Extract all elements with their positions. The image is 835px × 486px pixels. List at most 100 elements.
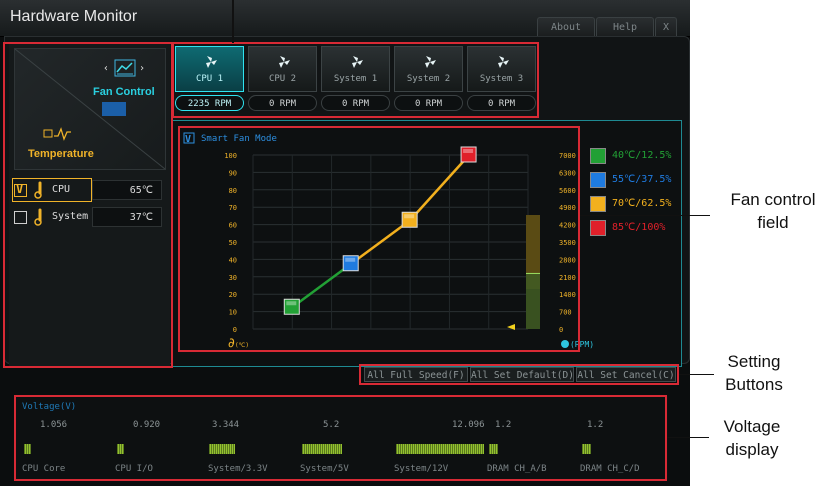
checkmark-icon: V <box>185 134 191 145</box>
fan-control-icon <box>114 59 136 77</box>
fan-curve-segment <box>409 154 470 222</box>
help-button[interactable]: Help <box>596 17 654 37</box>
rpm-tick-label: 2100 <box>559 274 576 282</box>
voltage-bar-cpu-core <box>24 444 31 454</box>
y-tick-label: 60 <box>229 222 237 230</box>
fan-tab-label: CPU 2 <box>268 74 297 84</box>
rpm-tick-label: 3500 <box>559 239 576 247</box>
rpm-tick-label: 5600 <box>559 187 576 195</box>
legend-label: 70℃/62.5% <box>612 198 672 209</box>
fan-tab-label: System 1 <box>333 74 378 84</box>
rpm-tick-label: 700 <box>559 309 572 317</box>
fan-rpm-system-2: 0 RPM <box>394 95 463 111</box>
tab-fan-system-2[interactable]: System 2 <box>394 46 463 92</box>
y-tick-label: 80 <box>229 187 237 195</box>
fan-rpm-system-1: 0 RPM <box>321 95 390 111</box>
voltage-label-system-5v: System/5V <box>300 464 349 474</box>
voltage-bar-dram-cd <box>582 444 591 454</box>
voltage-label-system-3-3v: System/3.3V <box>208 464 268 474</box>
fan-tab-label: System 2 <box>406 74 451 84</box>
cpu-temperature-value: 65℃ <box>92 180 162 200</box>
y-tick-label: 10 <box>229 309 237 317</box>
smart-fan-mode-label: Smart Fan Mode <box>201 134 277 144</box>
voltage-bar-system-5v <box>302 444 342 454</box>
all-set-default-button[interactable]: All Set Default(D) <box>470 367 574 382</box>
voltage-bar-dram-ab <box>489 444 498 454</box>
all-set-cancel-button[interactable]: All Set Cancel(C) <box>576 367 676 382</box>
temp-source-system[interactable]: System 37℃ <box>12 205 166 229</box>
legend-swatch <box>590 220 606 236</box>
voltage-label-dram-cd: DRAM CH_C/D <box>580 464 640 474</box>
setting-buttons-callout: Setting Buttons <box>725 352 783 394</box>
y-tick-label: 90 <box>229 169 237 177</box>
point-highlight <box>463 149 474 153</box>
temperature-label[interactable]: Temperature <box>28 148 94 160</box>
fan-icon <box>206 56 217 68</box>
all-full-speed-button[interactable]: All Full Speed(F) <box>364 367 468 382</box>
y-tick-label: 0 <box>233 326 237 334</box>
tab-fan-cpu-1[interactable]: CPU 1 <box>175 46 244 92</box>
voltage-value-dram-ab: 1.2 <box>495 420 512 430</box>
voltage-label-cpu-io: CPU I/O <box>115 464 153 474</box>
y-tick-label: 20 <box>229 291 237 299</box>
system-source-label: System <box>52 211 89 222</box>
rpm-gauge-level <box>526 273 540 329</box>
temperature-icon <box>43 127 71 141</box>
rpm-unit-label: (RPM) <box>570 340 594 349</box>
close-button[interactable]: X <box>655 17 677 37</box>
fan-icon <box>498 56 509 68</box>
thermometer-icon: ∂ <box>228 336 235 351</box>
app-title: Hardware Monitor <box>10 8 138 25</box>
voltage-value-system-12v: 12.096 <box>452 420 485 430</box>
hardware-monitor-window: Hardware Monitor About Help X ‹ › Fan Co… <box>0 0 690 486</box>
tab-fan-cpu-2[interactable]: CPU 2 <box>248 46 317 92</box>
system-checkbox[interactable] <box>14 211 27 224</box>
legend-label: 85℃/100% <box>612 222 666 233</box>
rpm-tick-label: 1400 <box>559 291 576 299</box>
voltage-value-cpu-io: 0.920 <box>133 420 161 430</box>
fan-tab-label: CPU 1 <box>195 74 224 84</box>
callout-line-fan <box>580 215 710 216</box>
fan-control-mode[interactable]: ‹ › <box>101 58 151 84</box>
point-highlight <box>404 214 415 219</box>
fan-rpm-system-3: 0 RPM <box>467 95 536 111</box>
y-tick-label: 30 <box>229 274 237 282</box>
voltage-value-dram-cd: 1.2 <box>587 420 604 430</box>
tab-fan-system-3[interactable]: System 3 <box>467 46 536 92</box>
y-tick-label: 50 <box>229 239 237 247</box>
voltage-display-callout: Voltage display <box>723 417 781 459</box>
callout-line-voltage <box>667 437 709 438</box>
legend-swatch <box>590 196 606 212</box>
callout-line-setting <box>679 374 714 375</box>
x-unit-label: (℃) <box>235 342 249 349</box>
rpm-tick-label: 4200 <box>559 222 576 230</box>
voltage-bar-system-3-3v <box>209 444 235 454</box>
voltage-label-cpu-core: CPU Core <box>22 464 66 474</box>
callout-line-top <box>232 0 234 43</box>
rpm-tick-label: 2800 <box>559 256 576 264</box>
y-tick-label: 100 <box>224 152 237 160</box>
title-bar: Hardware Monitor About Help X <box>0 0 690 37</box>
voltage-title: Voltage(V) <box>22 402 77 412</box>
fan-icon <box>425 56 436 68</box>
tab-fan-system-1[interactable]: System 1 <box>321 46 390 92</box>
point-highlight <box>286 301 297 306</box>
legend-label: 55℃/37.5% <box>612 174 672 185</box>
rpm-tick-label: 0 <box>559 326 563 334</box>
chevron-left-icon[interactable]: ‹ <box>103 63 109 74</box>
fan-rpm-cpu-1: 2235 RPM <box>175 95 244 111</box>
legend-swatch <box>590 148 606 164</box>
fan-control-indicator <box>102 102 126 116</box>
fan-control-label[interactable]: Fan Control <box>93 86 155 98</box>
cpu-source-highlight <box>12 178 92 202</box>
fan-icon <box>352 56 363 68</box>
rpm-tick-label: 7000 <box>559 152 576 160</box>
voltage-value-system-5v: 5.2 <box>323 420 340 430</box>
about-button[interactable]: About <box>537 17 595 37</box>
rpm-tick-label: 6300 <box>559 169 576 177</box>
voltage-label-dram-ab: DRAM CH_A/B <box>487 464 547 474</box>
chevron-right-icon[interactable]: › <box>139 63 145 74</box>
fan-control-field-callout: Fan control field <box>730 190 816 232</box>
fan-tab-label: System 3 <box>479 74 524 84</box>
y-tick-label: 40 <box>229 256 237 264</box>
